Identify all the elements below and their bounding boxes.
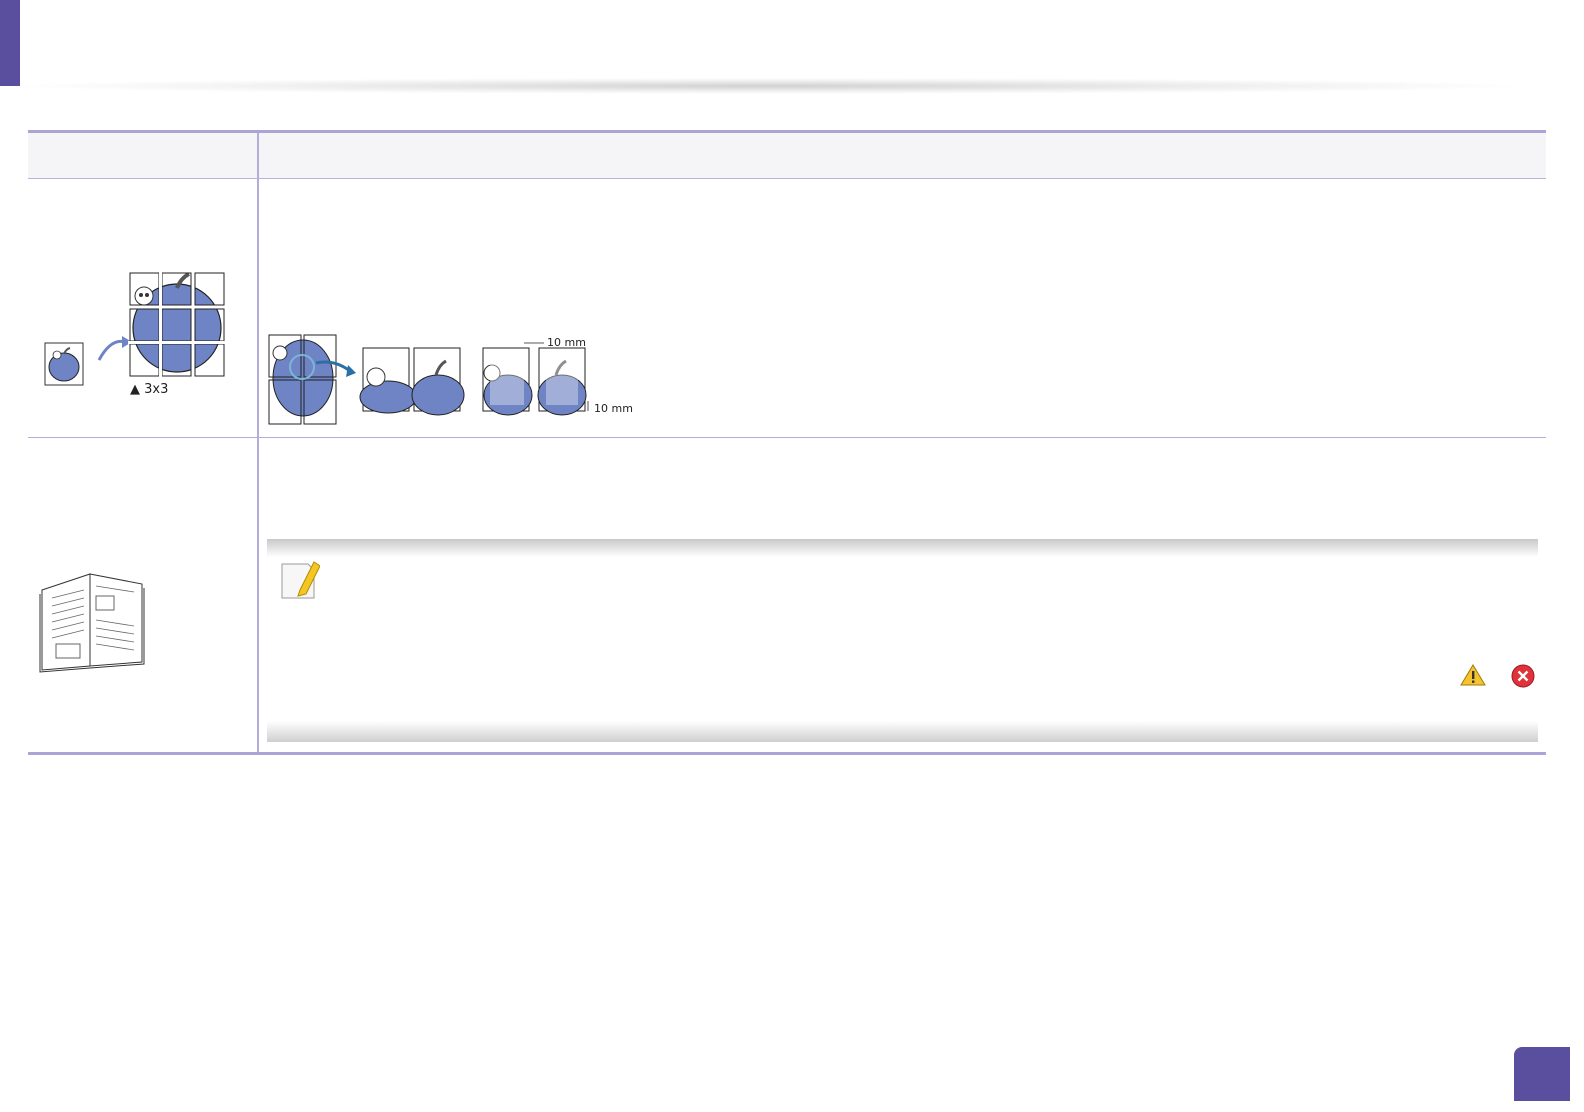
page-number-badge [1514, 1047, 1570, 1101]
note-pencil-icon [281, 561, 320, 599]
page-edge-tab [0, 0, 20, 86]
table-header-row [28, 133, 1546, 179]
row-separator [28, 437, 1546, 438]
error-icon [1511, 664, 1535, 688]
note-box [267, 539, 1538, 742]
column-divider [257, 133, 259, 753]
grid-caption: ▲ 3x3 [130, 382, 169, 397]
table-bottom-rule [28, 752, 1546, 755]
poster-illustration [44, 270, 228, 386]
overlap-horizontal-label: 10 mm [547, 336, 586, 349]
open-book-icon [39, 573, 145, 673]
header-shadow [22, 78, 1518, 94]
warning-icon [1460, 664, 1486, 686]
overlap-vertical-label: 10 mm [594, 402, 633, 415]
